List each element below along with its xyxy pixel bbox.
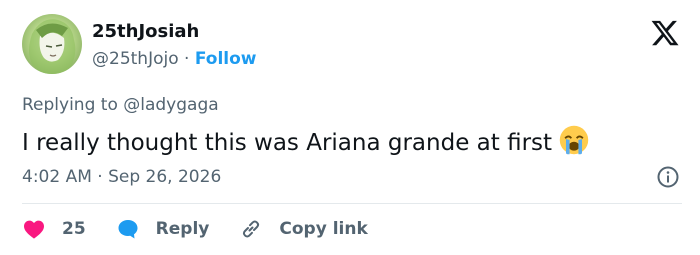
timestamp[interactable]: 4:02 AM · Sep 26, 2026 bbox=[22, 166, 221, 188]
copy-link-button[interactable]: Copy link bbox=[239, 217, 368, 241]
link-icon bbox=[243, 220, 260, 238]
divider bbox=[22, 203, 682, 204]
reply-bubble-icon bbox=[118, 220, 138, 239]
like-button[interactable]: 25 bbox=[22, 217, 86, 241]
copy-link-label: Copy link bbox=[279, 219, 368, 239]
reply-button[interactable]: Reply bbox=[116, 217, 210, 241]
tweet-text: I really thought this was Ariana grande … bbox=[22, 130, 553, 156]
replying-to-line: Replying to @ladygaga bbox=[22, 94, 219, 116]
x-logo-icon[interactable] bbox=[650, 18, 680, 48]
replying-mention[interactable]: @ladygaga bbox=[123, 95, 218, 115]
tweet-text-line: I really thought this was Ariana grande … bbox=[22, 124, 590, 158]
handle-separator: · bbox=[184, 49, 190, 69]
tweet-embed-card: 25thJosiah @25thJojo · Follow Replying t… bbox=[0, 0, 700, 255]
avatar[interactable] bbox=[22, 14, 82, 74]
time-separator: · bbox=[97, 167, 103, 187]
reply-label: Reply bbox=[155, 219, 210, 239]
follow-button[interactable]: Follow bbox=[195, 49, 257, 69]
like-count: 25 bbox=[62, 219, 86, 239]
author-handle-row: @25thJojo · Follow bbox=[92, 48, 257, 70]
author-handle[interactable]: @25thJojo bbox=[92, 49, 179, 69]
tweet-date: Sep 26, 2026 bbox=[108, 167, 222, 187]
loudly-crying-face-icon bbox=[559, 125, 589, 155]
heart-icon bbox=[24, 220, 44, 239]
action-bar: 25 Reply Copy link bbox=[22, 215, 398, 243]
author-display-name[interactable]: 25thJosiah bbox=[92, 21, 199, 43]
replying-prefix: Replying to bbox=[22, 95, 118, 115]
tweet-time: 4:02 AM bbox=[22, 167, 92, 187]
avatar-image bbox=[29, 19, 76, 74]
info-icon[interactable] bbox=[656, 165, 680, 189]
